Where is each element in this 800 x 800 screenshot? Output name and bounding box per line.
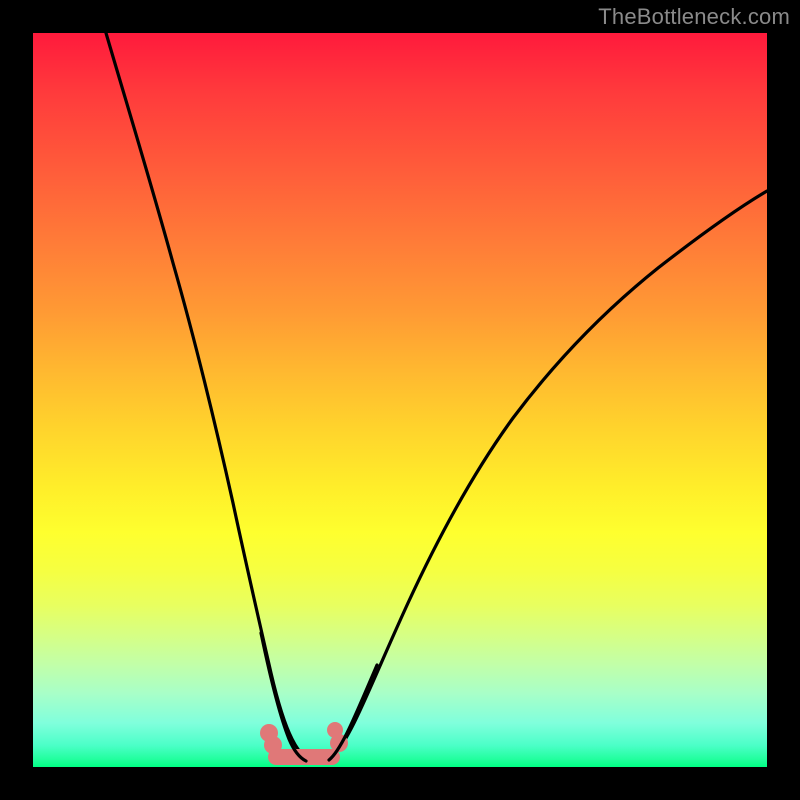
right-curve xyxy=(321,191,767,762)
chart-svg xyxy=(33,33,767,767)
watermark-text: TheBottleneck.com xyxy=(598,4,790,30)
valley-bump-left-lower xyxy=(264,736,282,754)
left-curve xyxy=(106,33,317,762)
plot-area xyxy=(33,33,767,767)
outer-frame: TheBottleneck.com xyxy=(0,0,800,800)
